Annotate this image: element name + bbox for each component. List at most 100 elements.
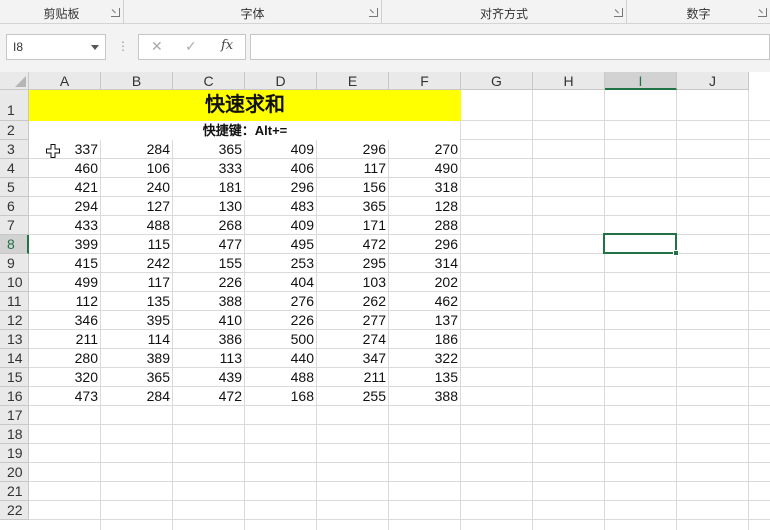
data-cell[interactable]: 421: [29, 178, 101, 197]
formula-input[interactable]: [250, 34, 770, 60]
data-cell[interactable]: 490: [389, 159, 461, 178]
data-cell[interactable]: 365: [173, 140, 245, 159]
data-cell[interactable]: 440: [245, 349, 317, 368]
column-header-c[interactable]: C: [173, 72, 245, 90]
data-cell[interactable]: 462: [389, 292, 461, 311]
dialog-launcher-icon[interactable]: [369, 8, 378, 17]
data-cell[interactable]: 399: [29, 235, 101, 254]
select-all-button[interactable]: [0, 72, 29, 90]
worksheet-grid[interactable]: 快速求和 快捷键：Alt+= A B C D E F G H I J 1 2 3 4 5 6 7 8 9 10 11 12…: [0, 72, 770, 530]
data-cell[interactable]: 270: [389, 140, 461, 159]
row-header-10[interactable]: 10: [0, 273, 29, 292]
data-cell[interactable]: 130: [173, 197, 245, 216]
data-cell[interactable]: 320: [29, 368, 101, 387]
data-cell[interactable]: 274: [317, 330, 389, 349]
row-header-6[interactable]: 6: [0, 197, 29, 216]
row-header-4[interactable]: 4: [0, 159, 29, 178]
fill-handle[interactable]: [673, 250, 679, 256]
data-cell[interactable]: 113: [173, 349, 245, 368]
data-cell[interactable]: 186: [389, 330, 461, 349]
row-header-20[interactable]: 20: [0, 463, 29, 482]
row-header-2[interactable]: 2: [0, 121, 29, 140]
row-header-22[interactable]: 22: [0, 501, 29, 520]
data-cell[interactable]: 115: [101, 235, 173, 254]
data-cell[interactable]: 406: [245, 159, 317, 178]
data-cell[interactable]: 472: [317, 235, 389, 254]
chevron-down-icon[interactable]: [91, 45, 99, 50]
row-header-21[interactable]: 21: [0, 482, 29, 501]
data-cell[interactable]: 488: [101, 216, 173, 235]
data-cell[interactable]: 262: [317, 292, 389, 311]
row-header-15[interactable]: 15: [0, 368, 29, 387]
data-cell[interactable]: 211: [29, 330, 101, 349]
data-cell[interactable]: 333: [173, 159, 245, 178]
data-cell[interactable]: 168: [245, 387, 317, 406]
data-cell[interactable]: 240: [101, 178, 173, 197]
column-header-f[interactable]: F: [389, 72, 461, 90]
data-cell[interactable]: 135: [389, 368, 461, 387]
row-header-11[interactable]: 11: [0, 292, 29, 311]
row-header-19[interactable]: 19: [0, 444, 29, 463]
cancel-icon[interactable]: ✕: [151, 38, 163, 55]
data-cell[interactable]: 409: [245, 140, 317, 159]
data-cell[interactable]: 500: [245, 330, 317, 349]
data-cell[interactable]: 409: [245, 216, 317, 235]
row-header-13[interactable]: 13: [0, 330, 29, 349]
row-header-5[interactable]: 5: [0, 178, 29, 197]
data-cell[interactable]: 128: [389, 197, 461, 216]
data-cell[interactable]: 347: [317, 349, 389, 368]
data-cell[interactable]: 280: [29, 349, 101, 368]
data-cell[interactable]: 404: [245, 273, 317, 292]
row-header-12[interactable]: 12: [0, 311, 29, 330]
insert-function-icon[interactable]: fx: [221, 38, 233, 53]
data-cell[interactable]: 322: [389, 349, 461, 368]
data-cell[interactable]: 346: [29, 311, 101, 330]
row-header-8[interactable]: 8: [0, 235, 29, 254]
row-header-9[interactable]: 9: [0, 254, 29, 273]
row-header-1[interactable]: 1: [0, 90, 29, 121]
column-header-d[interactable]: D: [245, 72, 317, 90]
data-cell[interactable]: 473: [29, 387, 101, 406]
column-header-h[interactable]: H: [533, 72, 605, 90]
enter-icon[interactable]: ✓: [185, 38, 197, 55]
data-cell[interactable]: 296: [245, 178, 317, 197]
data-cell[interactable]: 181: [173, 178, 245, 197]
row-header-18[interactable]: 18: [0, 425, 29, 444]
sheet-title-cell[interactable]: 快速求和: [29, 90, 461, 121]
data-cell[interactable]: 117: [101, 273, 173, 292]
column-header-g[interactable]: G: [461, 72, 533, 90]
data-cell[interactable]: 365: [101, 368, 173, 387]
data-cell[interactable]: 155: [173, 254, 245, 273]
data-cell[interactable]: 226: [245, 311, 317, 330]
column-header-j[interactable]: J: [677, 72, 749, 90]
data-cell[interactable]: 395: [101, 311, 173, 330]
data-cell[interactable]: 294: [29, 197, 101, 216]
data-cell[interactable]: 460: [29, 159, 101, 178]
dialog-launcher-icon[interactable]: [758, 8, 767, 17]
data-cell[interactable]: 314: [389, 254, 461, 273]
data-cell[interactable]: 495: [245, 235, 317, 254]
data-cell[interactable]: 135: [101, 292, 173, 311]
data-cell[interactable]: 117: [317, 159, 389, 178]
data-cell[interactable]: 211: [317, 368, 389, 387]
data-cell[interactable]: 284: [101, 387, 173, 406]
data-cell[interactable]: 415: [29, 254, 101, 273]
data-cell[interactable]: 137: [389, 311, 461, 330]
row-header-3[interactable]: 3: [0, 140, 29, 159]
name-box[interactable]: I8: [6, 34, 106, 60]
data-cell[interactable]: 171: [317, 216, 389, 235]
data-cell[interactable]: 389: [101, 349, 173, 368]
active-cell-selection[interactable]: [603, 233, 679, 256]
data-cell[interactable]: 106: [101, 159, 173, 178]
data-cell[interactable]: 255: [317, 387, 389, 406]
data-cell[interactable]: 114: [101, 330, 173, 349]
data-cell[interactable]: 477: [173, 235, 245, 254]
data-cell[interactable]: 276: [245, 292, 317, 311]
data-cell[interactable]: 202: [389, 273, 461, 292]
data-cell[interactable]: 295: [317, 254, 389, 273]
dialog-launcher-icon[interactable]: [614, 8, 623, 17]
data-cell[interactable]: 388: [173, 292, 245, 311]
dialog-launcher-icon[interactable]: [111, 8, 120, 17]
data-cell[interactable]: 388: [389, 387, 461, 406]
data-cell[interactable]: 277: [317, 311, 389, 330]
